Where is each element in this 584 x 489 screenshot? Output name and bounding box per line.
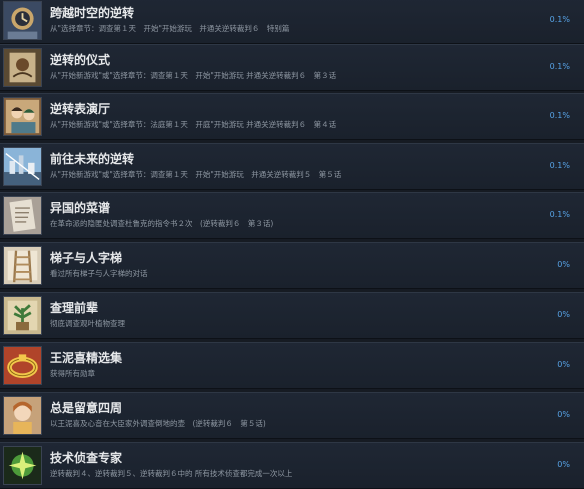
achievement-title: 王泥喜精选集 (50, 351, 123, 365)
achievement-description: 在革命派的隐匿处调查杜鲁克的指令书２次 (逆转裁判６ 第３话) (50, 219, 274, 228)
achievement-percent: 0% (557, 260, 570, 269)
achievement-row[interactable]: 异国的菜谱 在革命派的隐匿处调查杜鲁克的指令书２次 (逆转裁判６ 第３话) 0.… (0, 192, 584, 239)
ladder-icon (3, 246, 42, 285)
achievement-description: 从"开始新游戏"或"选择章节：法庭第１天 开庭"开始游玩 并通关逆转裁判６ 第４… (50, 120, 337, 129)
future-city-icon (3, 147, 42, 186)
achievement-percent: 0.1% (549, 62, 570, 71)
achievement-percent: 0% (557, 360, 570, 369)
sparkle-badge-icon (3, 446, 42, 485)
achievement-title: 技术侦查专家 (50, 451, 123, 465)
achievement-percent: 0% (557, 410, 570, 419)
recipe-paper-icon (3, 196, 42, 235)
achievement-row[interactable]: 逆转表演厅 从"开始新游戏"或"选择章节：法庭第１天 开庭"开始游玩 并通关逆转… (0, 93, 584, 140)
achievement-percent: 0% (557, 310, 570, 319)
achievement-row[interactable]: 技术侦查专家 逆转裁判４、逆转裁判５、逆转裁判６中的 所有技术侦查都完成一次以上… (0, 442, 584, 489)
achievement-description: 从"开始新游戏"或"选择章节：调查第１天 开始"开始游玩 并通关逆转裁判６ 第３… (50, 71, 337, 80)
achievement-description: 彻底调查观叶植物查理 (50, 319, 125, 328)
plant-charley-icon (3, 296, 42, 335)
achievement-title: 逆转表演厅 (50, 102, 111, 116)
achievement-row[interactable]: 前往未来的逆转 从"开始新游戏"或"选择章节：调查第１天 开始"开始游玩 并通关… (0, 143, 584, 190)
achievement-description: 从"开始新游戏"或"选择章节：调查第１天 开始"开始游玩 并通关逆转裁判５ 第５… (50, 170, 342, 179)
achievement-description: 获得所有勋章 (50, 369, 95, 378)
achievement-title: 前往未来的逆转 (50, 152, 135, 166)
bracelet-icon (3, 346, 42, 385)
theater-characters-icon (3, 97, 42, 136)
achievement-title: 异国的菜谱 (50, 201, 111, 215)
achievement-row[interactable]: 逆转的仪式 从"开始新游戏"或"选择章节：调查第１天 开始"开始游玩 并通关逆转… (0, 44, 584, 91)
achievement-row[interactable]: 王泥喜精选集 获得所有勋章 0% (0, 342, 584, 389)
achievement-title: 查理前辈 (50, 301, 99, 315)
girl-character-icon (3, 396, 42, 435)
achievement-title: 逆转的仪式 (50, 53, 111, 67)
achievement-list: 跨越时空的逆转 从"选择章节：调查第１天 开始"开始游玩 并通关逆转裁判６ 特别… (0, 0, 584, 489)
achievement-percent: 0.1% (549, 161, 570, 170)
achievement-row[interactable]: 查理前辈 彻底调查观叶植物查理 0% (0, 292, 584, 339)
achievement-percent: 0.1% (549, 15, 570, 24)
achievement-percent: 0.1% (549, 111, 570, 120)
achievement-row[interactable]: 总是留意四周 以王泥喜及心音在大臣家外调查倒地的壶 (逆转裁判６ 第５话) 0% (0, 392, 584, 439)
achievement-description: 从"选择章节：调查第１天 开始"开始游玩 并通关逆转裁判６ 特别篇 (50, 24, 290, 33)
achievement-description: 看过所有梯子与人字梯的对话 (50, 269, 148, 278)
achievement-title: 跨越时空的逆转 (50, 6, 135, 20)
achievement-description: 以王泥喜及心音在大臣家外调查倒地的壶 (逆转裁判６ 第５话) (50, 419, 266, 428)
ritual-art-icon (3, 48, 42, 87)
achievement-row[interactable]: 跨越时空的逆转 从"选择章节：调查第１天 开始"开始游玩 并通关逆转裁判６ 特别… (0, 0, 584, 44)
achievement-percent: 0% (557, 460, 570, 469)
clock-portrait-icon (3, 1, 42, 40)
achievement-description: 逆转裁判４、逆转裁判５、逆转裁判６中的 所有技术侦查都完成一次以上 (50, 469, 293, 478)
achievement-title: 梯子与人字梯 (50, 251, 123, 265)
achievement-percent: 0.1% (549, 210, 570, 219)
achievement-row[interactable]: 梯子与人字梯 看过所有梯子与人字梯的对话 0% (0, 242, 584, 289)
achievement-title: 总是留意四周 (50, 401, 123, 415)
